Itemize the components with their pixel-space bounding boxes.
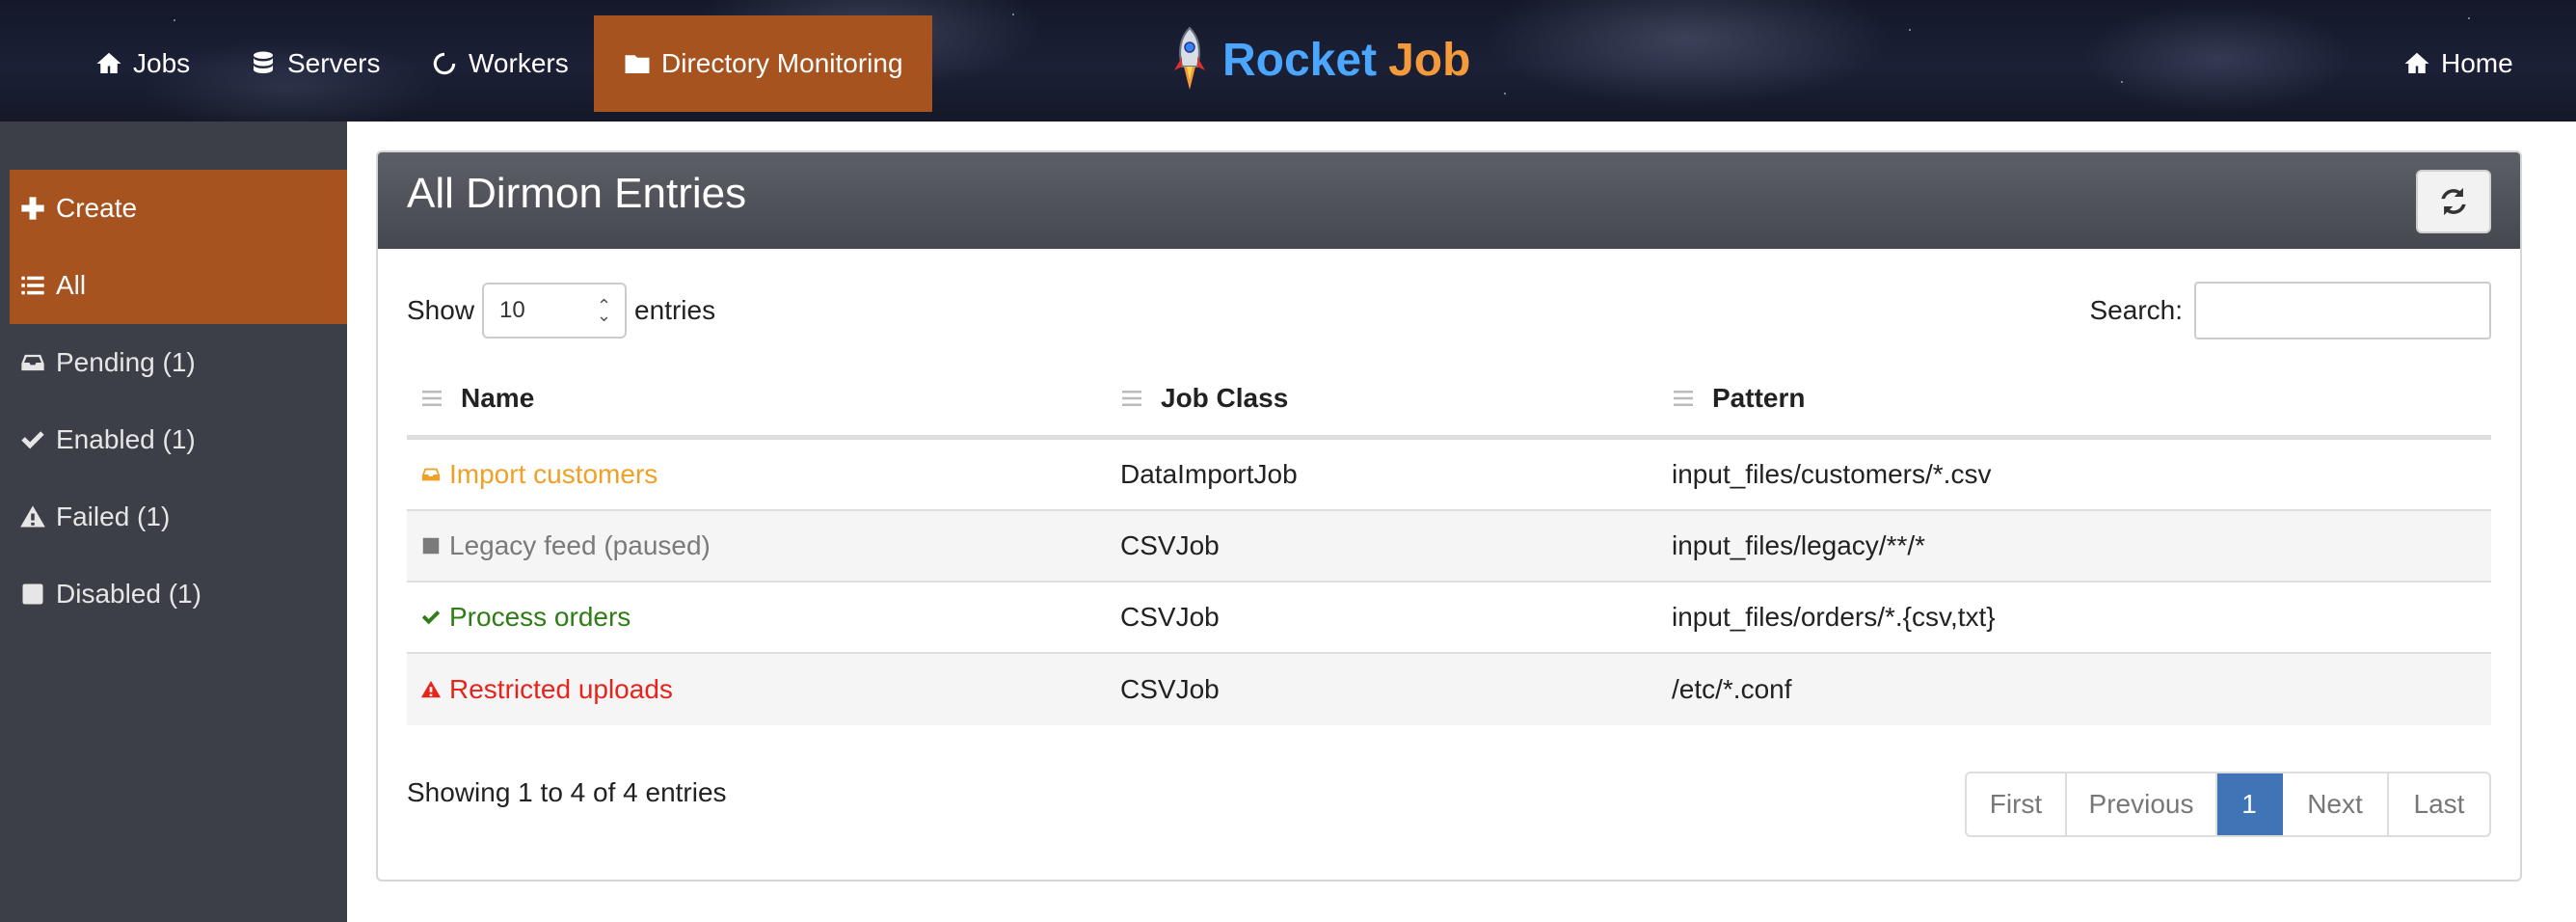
pagination-first[interactable]: First xyxy=(1967,773,2067,835)
spinner-icon xyxy=(433,52,456,75)
sidebar-item-label: Failed (1) xyxy=(56,502,171,531)
search-input[interactable] xyxy=(2194,282,2491,339)
column-header-job-class[interactable]: Job Class xyxy=(1120,361,1672,435)
nav-workers-label: Workers xyxy=(469,48,569,78)
panel-header: All Dirmon Entries xyxy=(378,152,2520,249)
warning-icon xyxy=(20,505,45,528)
top-navbar: Jobs Servers Workers Directory Monitorin… xyxy=(0,0,2576,122)
pagination-next[interactable]: Next xyxy=(2283,773,2389,835)
entry-pattern: input_files/legacy/**/* xyxy=(1672,530,1926,560)
page-size-select[interactable]: 10 ⌃ ⌄ xyxy=(482,283,628,339)
sidebar-item-all[interactable]: All xyxy=(10,247,347,324)
nav-servers[interactable]: Servers xyxy=(249,15,380,112)
warning-icon xyxy=(420,680,442,698)
pagination: First Previous 1 Next Last xyxy=(1965,772,2491,837)
entry-job-class: CSVJob xyxy=(1120,674,1220,704)
entry-job-class: DataImportJob xyxy=(1120,459,1298,489)
entry-pattern: input_files/customers/*.csv xyxy=(1672,459,1992,489)
search-control: Search: xyxy=(2089,282,2491,339)
stop-icon xyxy=(22,583,43,605)
show-label: Show xyxy=(407,295,475,325)
star-decoration xyxy=(1504,93,1506,95)
sidebar-item-label: Enabled (1) xyxy=(56,424,196,454)
sidebar-item-label: Pending (1) xyxy=(56,347,196,377)
sidebar-item-create[interactable]: Create xyxy=(10,170,347,247)
brand-rocket-text: Rocket xyxy=(1222,34,1378,86)
pagination-last[interactable]: Last xyxy=(2389,773,2489,835)
folder-icon xyxy=(625,55,650,73)
sidebar-item-pending[interactable]: Pending (1) xyxy=(10,324,347,401)
entry-name-link[interactable]: Legacy feed (paused) xyxy=(420,530,1120,561)
entry-pattern: input_files/orders/*.{csv,txt} xyxy=(1672,602,1996,632)
dirmon-table: Name Job Class Pattern Import customers … xyxy=(407,361,2491,725)
sort-icon xyxy=(422,390,442,406)
table-row: Import customers DataImportJob input_fil… xyxy=(407,440,2491,511)
nav-workers[interactable]: Workers xyxy=(430,15,569,112)
refresh-icon xyxy=(2441,187,2466,216)
table-header: Name Job Class Pattern xyxy=(407,361,2491,440)
pagination-previous[interactable]: Previous xyxy=(2067,773,2217,835)
table-row: Legacy feed (paused) CSVJob input_files/… xyxy=(407,511,2491,583)
page-title: All Dirmon Entries xyxy=(407,170,747,217)
entry-name-link[interactable]: Restricted uploads xyxy=(420,674,1120,705)
entry-name-link[interactable]: Process orders xyxy=(420,602,1120,633)
column-header-name[interactable]: Name xyxy=(407,361,1120,435)
sort-icon xyxy=(1122,390,1141,406)
star-decoration xyxy=(1012,14,1014,15)
nav-jobs[interactable]: Jobs xyxy=(94,15,190,112)
rocket-icon xyxy=(1174,26,1205,90)
check-icon xyxy=(21,431,44,449)
nav-jobs-label: Jobs xyxy=(133,48,191,78)
sort-icon xyxy=(1674,390,1693,406)
entry-name: Import customers xyxy=(449,459,658,489)
brand-logo[interactable]: Rocket Job xyxy=(1168,21,1470,98)
select-chevron-icon: ⌃ ⌄ xyxy=(596,296,612,325)
table-info: Showing 1 to 4 of 4 entries xyxy=(407,777,727,807)
sidebar-item-label: Create xyxy=(56,193,138,223)
page-size-control: Show 10 ⌃ ⌄ entries xyxy=(407,282,715,339)
sidebar-item-label: All xyxy=(56,270,87,300)
refresh-button[interactable] xyxy=(2416,170,2491,233)
column-header-label: Job Class xyxy=(1161,382,1289,413)
column-header-label: Name xyxy=(461,382,535,413)
dirmon-panel: All Dirmon Entries Show 10 ⌃ ⌄ entries Se… xyxy=(376,150,2522,881)
home-icon xyxy=(2404,52,2429,73)
sidebar-item-disabled[interactable]: Disabled (1) xyxy=(10,556,347,633)
list-icon xyxy=(21,276,44,295)
inbox-icon xyxy=(421,468,441,481)
column-header-pattern[interactable]: Pattern xyxy=(1672,361,2491,435)
entry-pattern: /etc/*.conf xyxy=(1672,674,1792,704)
sidebar-item-enabled[interactable]: Enabled (1) xyxy=(10,401,347,478)
star-decoration xyxy=(1909,29,1911,31)
brand-job-text: Job xyxy=(1388,34,1471,86)
plus-icon xyxy=(21,197,44,220)
star-decoration xyxy=(2121,81,2123,83)
sidebar: Create All Pending (1) Enabled (1) Faile… xyxy=(0,122,347,922)
nav-servers-label: Servers xyxy=(287,48,381,78)
check-icon xyxy=(421,610,441,625)
database-icon xyxy=(254,51,273,73)
nav-home[interactable]: Home xyxy=(2402,15,2513,112)
nav-directory-monitoring[interactable]: Directory Monitoring xyxy=(594,15,932,112)
inbox-icon xyxy=(21,354,44,371)
entry-name: Legacy feed (paused) xyxy=(449,530,711,560)
sidebar-item-label: Disabled (1) xyxy=(56,579,201,609)
home-icon xyxy=(96,52,121,73)
search-label: Search: xyxy=(2089,295,2184,325)
page-size-value: 10 xyxy=(499,297,525,323)
nav-home-label: Home xyxy=(2441,48,2513,78)
entry-job-class: CSVJob xyxy=(1120,602,1220,632)
entry-job-class: CSVJob xyxy=(1120,530,1220,560)
entries-label: entries xyxy=(634,295,716,325)
column-header-label: Pattern xyxy=(1712,382,1806,413)
pagination-page-1[interactable]: 1 xyxy=(2217,773,2283,835)
table-row: Restricted uploads CSVJob /etc/*.conf xyxy=(407,654,2491,725)
sidebar-item-failed[interactable]: Failed (1) xyxy=(10,478,347,556)
table-row: Process orders CSVJob input_files/orders… xyxy=(407,583,2491,654)
entry-name: Restricted uploads xyxy=(449,674,673,704)
stop-icon xyxy=(422,537,440,555)
entry-name-link[interactable]: Import customers xyxy=(420,459,1120,490)
nav-directory-monitoring-label: Directory Monitoring xyxy=(661,48,903,78)
entry-name: Process orders xyxy=(449,602,631,632)
